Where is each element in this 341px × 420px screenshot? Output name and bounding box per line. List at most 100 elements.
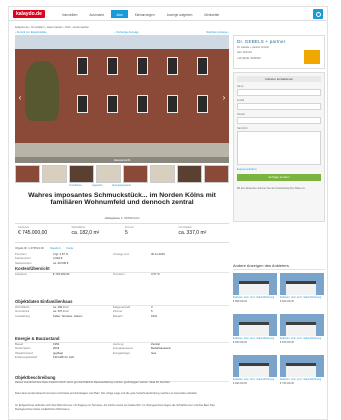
nav-jobs[interactable]: Jobs xyxy=(110,10,128,18)
top-navigation-bar: kalaydo.de Immobilien Automarkt Jobs Kle… xyxy=(9,7,327,21)
gallery-next-icon[interactable]: › xyxy=(221,93,227,103)
thumbnail[interactable] xyxy=(69,165,94,183)
listing-card-title[interactable]: Exklusiv: einz. einz. Stadt Wohnung xyxy=(280,296,324,299)
previous-listing-link[interactable]: ‹ Vorherige Anzeige xyxy=(114,30,138,34)
detail-value: 1910 xyxy=(151,313,158,318)
cost-details: Kaufpreis € 745.000,00 Provision 3,57 % xyxy=(15,272,229,276)
map-link[interactable]: Standort xyxy=(50,246,61,250)
contact-column: Dr. GEBELS + partner Dr. Gebels + partne… xyxy=(233,35,325,222)
listing-card[interactable]: Exklusiv: einz. einz. Stadt Wohnung € 705… xyxy=(280,355,324,393)
email-field[interactable] xyxy=(237,103,321,110)
detail-key: Energieträger xyxy=(113,350,130,355)
detail-key: Nebenkosten xyxy=(15,260,32,265)
listing-card-image[interactable] xyxy=(233,355,277,377)
thumbnail[interactable] xyxy=(150,165,175,183)
thumbnail[interactable] xyxy=(96,165,121,183)
photo-window xyxy=(107,57,118,75)
fact-price: Kaufpreis € 745.000,00 xyxy=(15,224,69,242)
contact-form-heading: Anbieter kontaktieren xyxy=(237,76,321,82)
site-logo[interactable]: kalaydo.de xyxy=(13,10,45,18)
listing-card-title[interactable]: Exklusiv: einz. einz. Stadt Wohnung xyxy=(233,296,277,299)
listing-card-price: € 620.000,00 xyxy=(280,300,294,303)
detail-row: Endenergiebedarf 130 kWh/m² Jahr xyxy=(15,355,229,359)
agent-logo xyxy=(304,50,320,64)
detail-row: Kaufpreis € 745.000,00 Provision 3,57 % xyxy=(15,272,229,276)
thumbnail[interactable] xyxy=(42,165,67,183)
energy-details: Bauart 1952 Heizung Zentral Modernisiert 201… xyxy=(15,342,229,360)
object-details: Wohnfläche ca. 182,0 m² Etagenanzahl 3 Grun… xyxy=(15,305,229,318)
listing-card-price: € 599.000,00 xyxy=(233,300,247,303)
tag-lageplan[interactable]: Lageplan xyxy=(92,184,103,187)
listing-card-image[interactable] xyxy=(280,314,324,336)
description-paragraph: Das Haus wurde liebevoll renoviert und b… xyxy=(15,392,198,395)
description-paragraph: Dieses wunderschöne Haus besticht durch … xyxy=(15,381,171,384)
listing-card-title[interactable]: Exklusiv: einz. einz. Stadt Wohnung xyxy=(280,337,324,340)
nav-immobilien[interactable]: Immobilien xyxy=(57,10,82,18)
listing-card-image[interactable] xyxy=(233,273,277,295)
thumbnail[interactable] xyxy=(15,165,40,183)
agent-name[interactable]: Dr. GEBELS + partner xyxy=(237,39,321,44)
detail-key: Endenergiebedarf xyxy=(15,355,38,360)
nav-anzeige-aufgeben[interactable]: Anzeige aufgeben xyxy=(162,10,198,18)
fact-living-area: Wohnfläche ca. 182,0 m² xyxy=(69,224,123,242)
phone-label: Telefon xyxy=(237,113,246,116)
photo-window xyxy=(167,95,178,113)
listing-card[interactable]: Exklusiv: einz. einz. Stadt Wohnung € 480… xyxy=(233,355,277,393)
photo-window xyxy=(137,57,148,75)
photo-window xyxy=(197,95,208,113)
listing-card-title[interactable]: Exklusiv: einz. einz. Stadt Wohnung xyxy=(233,337,277,340)
tag-grundrisse[interactable]: Grundrisse xyxy=(69,184,82,187)
send-request-button[interactable]: Anfrage senden xyxy=(237,174,321,181)
message-field[interactable] xyxy=(237,131,321,165)
listing-title: Wahres imposantes Schmuckstück... im Nor… xyxy=(28,192,216,207)
expose-checkbox[interactable]: Exposé anfordern xyxy=(237,168,321,171)
photo-gallery[interactable]: ‹ › Hausansicht xyxy=(15,35,229,163)
gallery-caption: Hausansicht xyxy=(15,157,229,163)
listing-card-image[interactable] xyxy=(280,355,324,377)
nav-automarkt[interactable]: Automarkt xyxy=(84,10,109,18)
thumbnail[interactable] xyxy=(123,165,148,183)
photo-window xyxy=(167,57,178,75)
price-details: Provision zzgl. 3,57 % Anzeige vom 30.11.20… xyxy=(15,252,229,265)
detail-value: 30.11.2015 xyxy=(151,252,165,256)
listing-card[interactable]: Exklusiv: einz. einz. Stadt Wohnung € 450… xyxy=(233,314,277,352)
listing-links: Objekt-ID: 1.376513.00 Standort Karte xyxy=(15,246,229,250)
phone-field[interactable] xyxy=(237,117,321,124)
listing-card-title[interactable]: Exklusiv: einz. einz. Stadt Wohnung xyxy=(233,378,277,381)
name-label: Name xyxy=(237,85,244,88)
surroundings-link[interactable]: Karte xyxy=(67,246,74,250)
thumbnail[interactable] xyxy=(204,165,229,183)
result-navigation: ‹ Zurück zur Ergebnisliste ‹ Vorherige A… xyxy=(15,30,229,34)
fact-value: ca. 182,0 m² xyxy=(71,230,100,236)
detail-key: Provision xyxy=(113,272,125,276)
fact-rooms: Zimmer 5 xyxy=(122,224,176,242)
main-nav: Immobilien Automarkt Jobs Kleinanzeigen … xyxy=(57,10,224,18)
fact-label: Wohnfläche xyxy=(71,226,86,229)
photo-window xyxy=(107,95,118,113)
detail-key: Kaufpreis xyxy=(15,272,27,276)
agent-card: Dr. GEBELS + partner Dr. Gebels + partne… xyxy=(233,35,325,69)
detail-value: 3,57 % xyxy=(151,272,160,276)
photo-window xyxy=(77,57,88,75)
breadcrumb[interactable]: kalaydo.de › Immobilien › Haus kaufen › … xyxy=(15,25,89,29)
fact-value: ca. 337,0 m² xyxy=(178,230,207,236)
tag-energieausweis[interactable]: Energieausweis xyxy=(112,184,130,187)
gallery-prev-icon[interactable]: ‹ xyxy=(17,93,23,103)
listing-card-title[interactable]: Exklusiv: einz. einz. Stadt Wohnung xyxy=(280,378,324,381)
name-field[interactable] xyxy=(237,89,321,96)
thumbnail[interactable] xyxy=(177,165,202,183)
listing-card-price: € 450.000,00 xyxy=(233,341,247,344)
nav-kleinanzeigen[interactable]: Kleinanzeigen xyxy=(130,10,160,18)
listing-card[interactable]: Exklusiv: einz. einz. Stadt Wohnung € 599… xyxy=(233,273,277,311)
detail-value: Gas xyxy=(151,350,157,355)
back-to-results-link[interactable]: ‹ Zurück zur Ergebnisliste xyxy=(15,30,47,34)
listing-card-image[interactable] xyxy=(280,273,324,295)
description-paragraph: Im Erdgeschoss befinden sich das Wohnzim… xyxy=(15,404,215,411)
listing-card[interactable]: Exklusiv: einz. einz. Stadt Wohnung € 515… xyxy=(280,314,324,352)
nav-merkzettel[interactable]: Merkzettel xyxy=(199,10,224,18)
fact-label: Kaufpreis xyxy=(18,226,29,229)
listing-card[interactable]: Exklusiv: einz. einz. Stadt Wohnung € 620… xyxy=(280,273,324,311)
next-listing-link[interactable]: Nächste Anzeige › xyxy=(206,30,229,34)
search-icon[interactable] xyxy=(313,9,323,19)
listing-card-image[interactable] xyxy=(233,314,277,336)
